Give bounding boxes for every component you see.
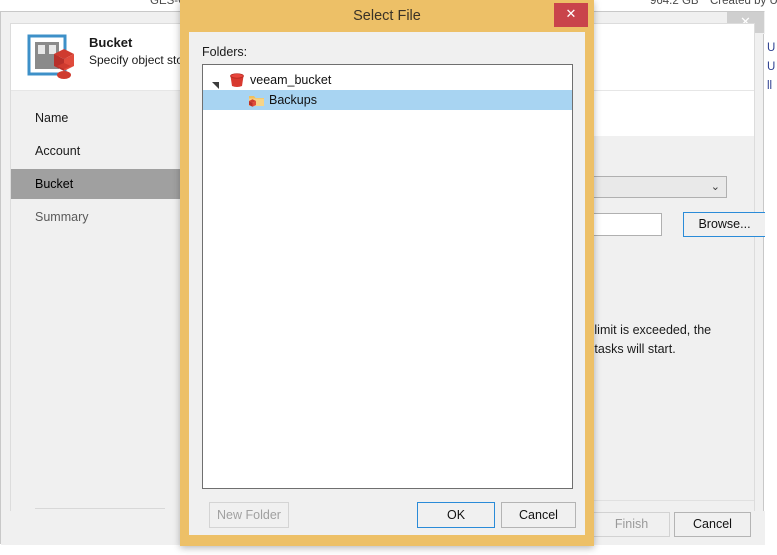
browse-button[interactable]: Browse... bbox=[683, 212, 766, 237]
sidebar-item-bucket[interactable]: Bucket bbox=[11, 169, 190, 199]
chevron-down-icon: ⌄ bbox=[710, 180, 720, 193]
sidebar-item-label: Bucket bbox=[35, 177, 74, 191]
ok-button[interactable]: OK bbox=[417, 502, 495, 528]
select-file-dialog: Select File ✕ Folders: veeam_bucket Back… bbox=[180, 0, 594, 546]
tree-item-label: veeam_bucket bbox=[250, 73, 332, 87]
tree-item-backups[interactable]: Backups bbox=[203, 90, 572, 110]
s3-bucket-icon bbox=[27, 33, 79, 83]
new-folder-button[interactable]: New Folder bbox=[209, 502, 289, 528]
dialog-titlebar: Select File ✕ bbox=[180, 0, 594, 32]
sliver-text-3: ll bbox=[767, 80, 773, 92]
bucket-icon bbox=[229, 73, 245, 88]
grid-cell-used: 964.2 GB bbox=[650, 0, 699, 7]
wizard-step-nav: Name Account Bucket Summary bbox=[11, 91, 191, 523]
chevron-expand-icon[interactable] bbox=[211, 76, 220, 89]
folders-label: Folders: bbox=[202, 45, 248, 59]
grid-cell-created: Created by UNI bbox=[710, 0, 777, 7]
background-right-sliver: U U ll bbox=[765, 11, 777, 544]
page-title: Bucket bbox=[89, 35, 133, 50]
folder-s3-icon bbox=[248, 93, 264, 108]
folder-tree[interactable]: veeam_bucket Backups bbox=[202, 64, 573, 489]
dialog-title: Select File bbox=[353, 8, 421, 24]
sidebar-item-label: Account bbox=[35, 144, 81, 158]
finish-button[interactable]: Finish bbox=[593, 512, 670, 537]
sidebar-item-name[interactable]: Name bbox=[11, 103, 190, 133]
sliver-text-2: U bbox=[767, 61, 776, 73]
tree-item-label: Backups bbox=[269, 93, 317, 107]
close-icon[interactable]: ✕ bbox=[554, 3, 588, 27]
page-subtitle: Specify object stora bbox=[89, 53, 194, 67]
cancel-button[interactable]: Cancel bbox=[674, 512, 751, 537]
sidebar-item-label: Summary bbox=[35, 210, 89, 224]
sidebar-item-account[interactable]: Account bbox=[11, 136, 190, 166]
dialog-body: Folders: veeam_bucket Backups New Folder… bbox=[189, 32, 585, 535]
sliver-text-1: U bbox=[767, 42, 776, 54]
cancel-button[interactable]: Cancel bbox=[501, 502, 576, 528]
tree-item-veeam-bucket[interactable]: veeam_bucket bbox=[203, 70, 572, 90]
nav-divider bbox=[35, 508, 165, 509]
sidebar-item-label: Name bbox=[35, 111, 69, 125]
sidebar-item-summary[interactable]: Summary bbox=[11, 202, 190, 232]
